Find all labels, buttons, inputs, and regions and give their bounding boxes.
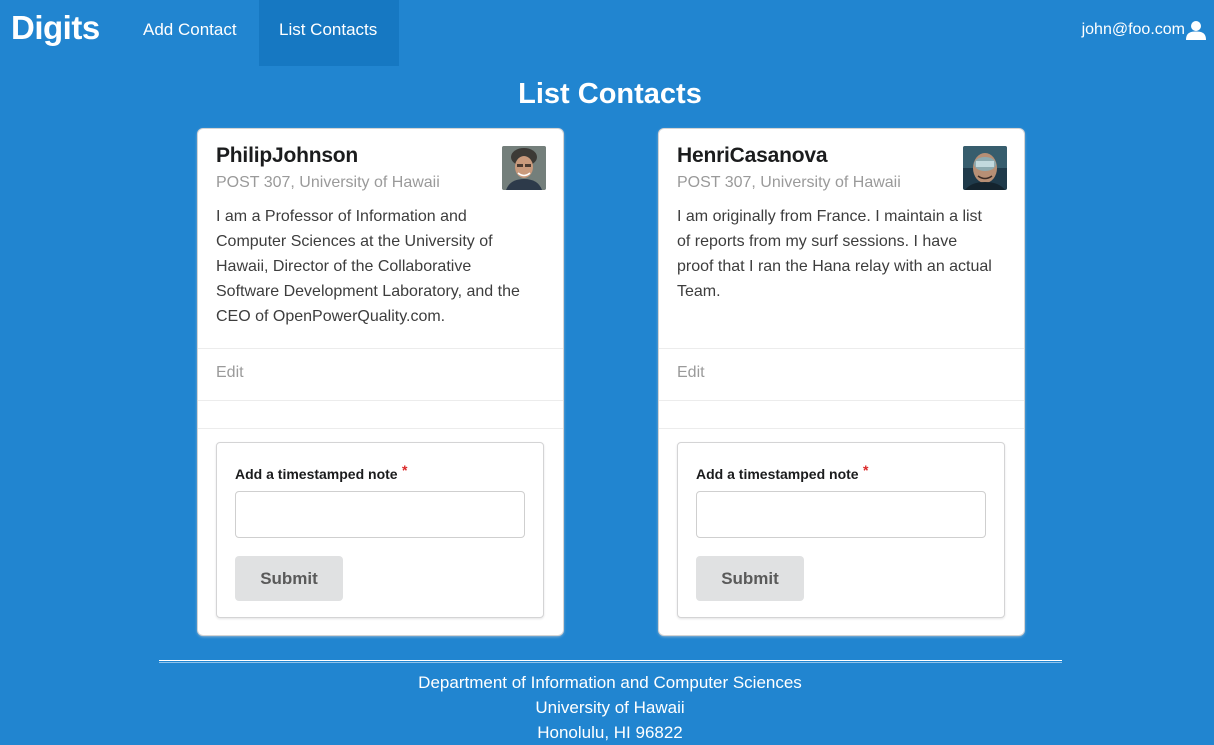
user-email: john@foo.com <box>1081 21 1185 38</box>
divider <box>659 428 1024 429</box>
note-label-text: Add a timestamped note <box>696 466 859 482</box>
note-label-text: Add a timestamped note <box>235 466 398 482</box>
divider <box>659 400 1024 401</box>
nav-list-contacts[interactable]: List Contacts <box>259 0 399 66</box>
divider <box>198 348 563 349</box>
submit-button[interactable]: Submit <box>696 556 804 601</box>
contact-avatar <box>502 146 546 190</box>
top-menu: Digits Add Contact List Contacts john@fo… <box>0 0 1214 66</box>
footer: Department of Information and Computer S… <box>0 670 1214 745</box>
nav-add-contact[interactable]: Add Contact <box>123 0 257 66</box>
edit-link[interactable]: Edit <box>677 363 705 383</box>
footer-department: Department of Information and Computer S… <box>418 673 802 692</box>
required-marker: * <box>402 462 408 478</box>
footer-university: University of Hawaii <box>535 698 685 717</box>
contact-avatar <box>963 146 1007 190</box>
user-icon <box>1186 20 1206 40</box>
divider <box>198 400 563 401</box>
note-input[interactable] <box>696 491 986 538</box>
add-note-form: Add a timestamped note * Submit <box>677 442 1005 618</box>
note-label: Add a timestamped note * <box>235 462 407 484</box>
divider <box>198 428 563 429</box>
footer-divider <box>159 660 1062 663</box>
required-marker: * <box>863 462 869 478</box>
page-title: List Contacts <box>518 78 702 110</box>
contact-address: POST 307, University of Hawaii <box>216 174 440 191</box>
contact-name: HenriCasanova <box>677 144 828 167</box>
submit-button[interactable]: Submit <box>235 556 343 601</box>
footer-address: Honolulu, HI 96822 <box>537 723 683 742</box>
contact-name: PhilipJohnson <box>216 144 359 167</box>
note-label: Add a timestamped note * <box>696 462 868 484</box>
brand-logo[interactable]: Digits <box>11 8 100 48</box>
contact-address: POST 307, University of Hawaii <box>677 174 901 191</box>
user-dropdown[interactable]: john@foo.com <box>1082 19 1206 41</box>
add-note-form: Add a timestamped note * Submit <box>216 442 544 618</box>
note-input[interactable] <box>235 491 525 538</box>
divider <box>659 348 1024 349</box>
contact-description: I am a Professor of Information and Comp… <box>216 208 520 325</box>
contact-card: HenriCasanova POST 307, University of Ha… <box>659 129 1024 635</box>
contact-description: I am originally from France. I maintain … <box>677 208 992 300</box>
edit-link[interactable]: Edit <box>216 363 244 383</box>
contact-card: PhilipJohnson POST 307, University of Ha… <box>198 129 563 635</box>
